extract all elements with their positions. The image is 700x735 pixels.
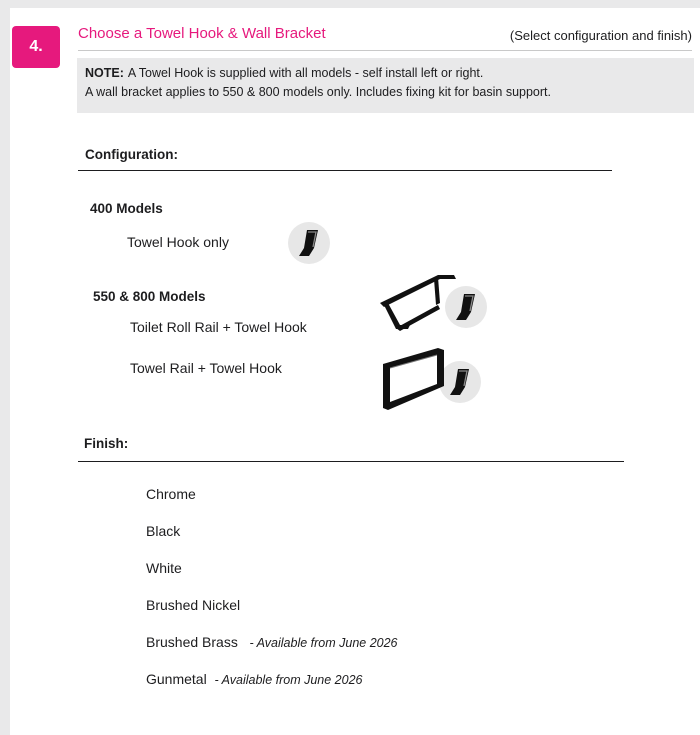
finish-option-gunmetal[interactable]: Gunmetal - Available from June 2026	[146, 671, 363, 687]
towel-rail-icon	[383, 348, 481, 410]
toilet-roll-rail-icon	[380, 275, 487, 331]
finish-option-brushed-brass[interactable]: Brushed Brass - Available from June 2026	[146, 634, 398, 650]
finish-option-chrome[interactable]: Chrome	[146, 486, 196, 502]
configuration-heading: Configuration:	[85, 147, 178, 162]
step-badge: 4.	[12, 26, 60, 68]
finish-name: Brushed Brass	[146, 634, 238, 650]
title-divider	[78, 50, 692, 51]
note-line-1: NOTE: A Towel Hook is supplied with all m…	[85, 64, 694, 83]
section-hint: (Select configuration and finish)	[509, 28, 692, 43]
page-sheet	[10, 8, 700, 735]
finish-option-brushed-nickel[interactable]: Brushed Nickel	[146, 597, 240, 613]
note-line-2: A wall bracket applies to 550 & 800 mode…	[85, 85, 551, 99]
section-title: Choose a Towel Hook & Wall Bracket	[78, 25, 326, 42]
finish-option-black[interactable]: Black	[146, 523, 180, 539]
option-towel-hook-only[interactable]: Towel Hook only	[127, 234, 229, 250]
group-label-400: 400 Models	[90, 201, 163, 216]
group-label-550-800: 550 & 800 Models	[93, 289, 206, 304]
availability-note: - Available from June 2026	[214, 673, 363, 687]
finish-heading: Finish:	[84, 436, 129, 451]
option-toilet-roll-rail-towel-hook[interactable]: Toilet Roll Rail + Towel Hook	[130, 319, 307, 335]
note-text-1: A Towel Hook is supplied with all models…	[127, 66, 484, 80]
availability-note: - Available from June 2026	[249, 636, 398, 650]
note-box: NOTE: A Towel Hook is supplied with all m…	[77, 58, 694, 113]
finish-option-white[interactable]: White	[146, 560, 182, 576]
finish-name: Brushed Nickel	[146, 597, 241, 613]
finish-name: Gunmetal	[146, 671, 207, 687]
finish-name: White	[146, 560, 182, 576]
finish-name: Chrome	[146, 486, 196, 502]
note-label: NOTE:	[85, 66, 124, 80]
configuration-divider	[78, 170, 612, 171]
towel-hook-icon	[288, 222, 330, 264]
finish-divider	[78, 461, 624, 462]
option-towel-rail-towel-hook[interactable]: Towel Rail + Towel Hook	[130, 360, 282, 376]
finish-name: Black	[146, 523, 181, 539]
